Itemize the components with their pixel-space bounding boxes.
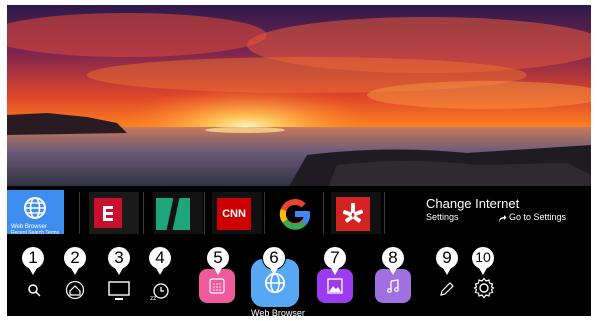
sleep-timer-icon[interactable]: zz <box>149 281 171 301</box>
recent-tile-yelp[interactable] <box>331 192 381 234</box>
cnn-logo-icon: CNN <box>217 198 251 230</box>
callout-tail <box>71 268 79 275</box>
callout-8: 8 <box>381 246 405 270</box>
divider <box>204 192 205 234</box>
globe-icon <box>264 272 286 294</box>
green-app-logo-icon <box>156 198 190 230</box>
music-note-icon <box>387 279 399 293</box>
recent-tile-espn[interactable] <box>89 192 139 234</box>
go-to-settings-link[interactable]: Go to Settings <box>509 212 566 222</box>
home-icon[interactable] <box>65 281 85 299</box>
hero-sunset-image <box>7 5 591 190</box>
callout-tail <box>331 268 339 275</box>
divider <box>384 192 385 234</box>
divider <box>323 192 324 234</box>
divider <box>79 192 80 234</box>
espn-logo-icon <box>94 198 122 228</box>
recent-tile-google[interactable] <box>272 192 322 234</box>
quick-settings-title: Change Internet <box>426 196 520 211</box>
web-browser-caption: Web Browser <box>251 308 305 316</box>
quick-settings-subtitle: Settings <box>426 212 459 222</box>
callout-tail <box>214 268 222 275</box>
photo-icon <box>327 278 343 294</box>
callout-tail <box>389 268 397 275</box>
callout-tail <box>479 268 487 275</box>
google-logo-icon <box>279 199 311 230</box>
callout-1: 1 <box>21 246 45 270</box>
divider <box>143 192 144 234</box>
yelp-logo-icon <box>336 197 370 231</box>
web-browser-tile-subtitle: Recent Search Terms <box>11 230 59 236</box>
callout-tail <box>156 268 164 275</box>
callout-10: 10 <box>471 246 495 270</box>
divider <box>264 192 265 234</box>
callout-tail <box>115 268 123 275</box>
edit-pencil-icon[interactable] <box>439 281 455 297</box>
globe-icon <box>24 197 46 219</box>
callout-7: 7 <box>323 246 347 270</box>
calendar-grid-icon <box>209 278 225 294</box>
callout-tail <box>29 268 37 275</box>
settings-gear-icon[interactable] <box>473 277 495 299</box>
input-tv-icon[interactable] <box>108 281 130 301</box>
tv-screen: Web Browser Recent Search Terms CNN zz W… <box>7 5 591 316</box>
callout-4: 4 <box>148 246 172 270</box>
callout-6: 6 <box>262 246 286 270</box>
callout-2: 2 <box>63 246 87 270</box>
callout-5: 5 <box>206 246 230 270</box>
recent-tile-cnn[interactable]: CNN <box>212 192 262 234</box>
callout-3: 3 <box>107 246 131 270</box>
callout-tail <box>270 268 278 275</box>
callout-tail <box>443 268 451 275</box>
callout-9: 9 <box>435 246 459 270</box>
arrow-up-right-icon <box>499 215 507 222</box>
recent-tile-green-app[interactable] <box>153 192 203 234</box>
svg-text:zz: zz <box>150 295 156 301</box>
search-icon[interactable] <box>27 283 41 297</box>
